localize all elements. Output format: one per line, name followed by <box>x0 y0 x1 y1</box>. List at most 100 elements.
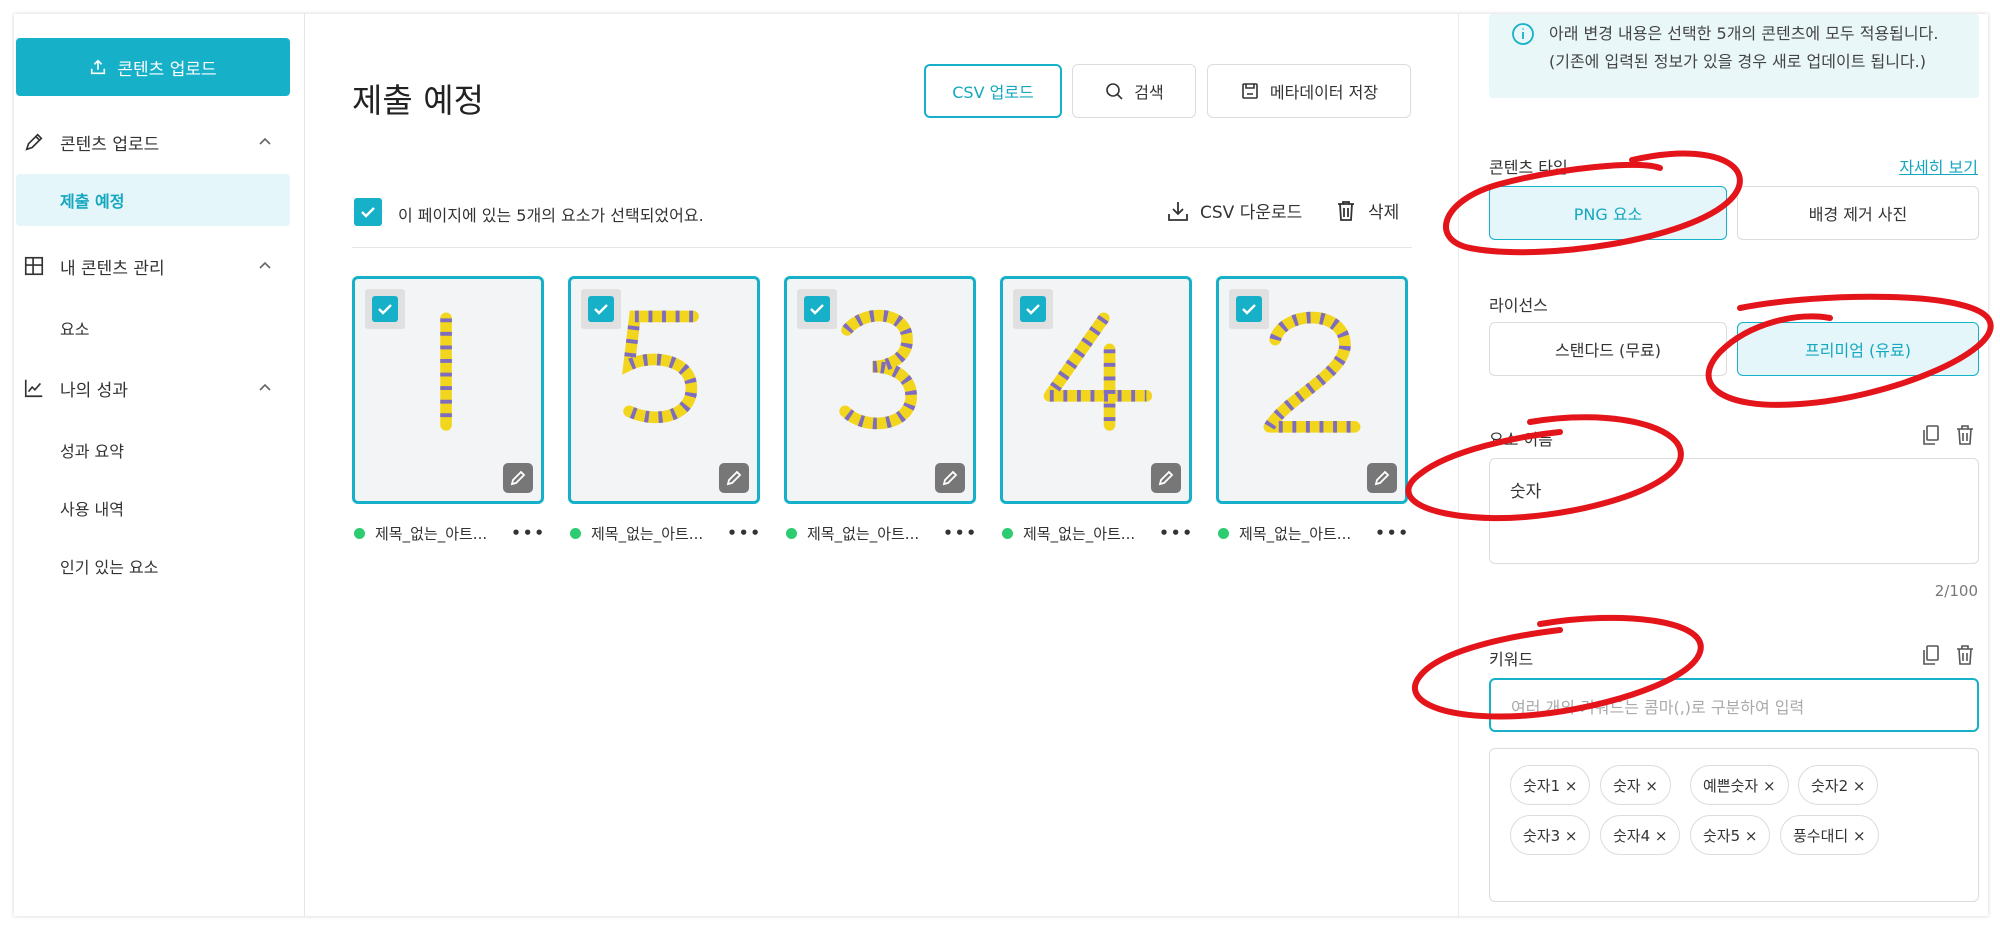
trash-icon[interactable] <box>1955 644 1975 666</box>
sidebar-item-label: 제출 예정 <box>60 192 125 211</box>
content-card[interactable] <box>352 276 544 504</box>
edit-icon[interactable] <box>503 463 533 493</box>
license-premium-option[interactable]: 프리미엄 (유료) <box>1737 322 1979 376</box>
card-caption: 제목_없는_아트... ••• <box>570 520 770 546</box>
card-checkbox[interactable] <box>1013 289 1053 329</box>
status-dot <box>1218 527 1229 539</box>
card-checkbox[interactable] <box>1229 289 1269 329</box>
selection-status-text: 이 페이지에 있는 5개의 요소가 선택되었어요. <box>398 206 704 225</box>
card-caption: 제목_없는_아트... ••• <box>354 520 554 546</box>
upload-content-label: 콘텐츠 업로드 <box>117 59 217 80</box>
keyword-tag-list: 숫자1 × 숫자 × 예쁜숫자 × 숫자2 × 숫자3 × 숫자4 × 숫자5 … <box>1489 748 1979 902</box>
card-title: 제목_없는_아트... <box>807 524 920 543</box>
upload-content-button[interactable]: 콘텐츠 업로드 <box>16 38 290 96</box>
copy-icon[interactable] <box>1921 424 1941 446</box>
check-icon <box>594 304 608 315</box>
card-caption: 제목_없는_아트... ••• <box>1218 520 1418 546</box>
chevron-up-icon[interactable] <box>256 256 274 274</box>
chevron-up-icon[interactable] <box>256 132 274 150</box>
save-metadata-label: 메타데이터 저장 <box>1269 83 1379 102</box>
nav-group-my-performance[interactable]: 나의 성과 <box>22 368 282 408</box>
sidebar-item-popular-elements[interactable]: 인기 있는 요소 <box>60 554 159 578</box>
sidebar-item-pending-submission[interactable]: 제출 예정 <box>16 174 290 226</box>
keyword-placeholder: 여러 개의 키워드는 콤마(,)로 구분하여 입력 <box>1511 698 1805 717</box>
edit-icon[interactable] <box>935 463 965 493</box>
notice-line-2: (기존에 입력된 정보가 있을 경우 새로 업데이트 됩니다.) <box>1549 52 1927 71</box>
status-dot <box>1002 527 1013 539</box>
more-menu-button[interactable]: ••• <box>727 524 762 542</box>
keyword-input[interactable]: 여러 개의 키워드는 콤마(,)로 구분하여 입력 <box>1489 678 1979 732</box>
nav-group-label: 콘텐츠 업로드 <box>60 134 160 155</box>
details-link[interactable]: 자세히 보기 <box>1899 154 1978 178</box>
notice-line-1: 아래 변경 내용은 선택한 5개의 콘텐츠에 모두 적용됩니다. <box>1549 24 1939 43</box>
status-dot <box>786 527 797 539</box>
keyword-tag[interactable]: 숫자5 × <box>1690 815 1771 855</box>
edit-icon[interactable] <box>1151 463 1181 493</box>
check-icon <box>361 207 375 218</box>
pencil-icon <box>22 130 46 154</box>
chart-line-icon <box>22 376 46 400</box>
content-card[interactable] <box>784 276 976 504</box>
more-menu-button[interactable]: ••• <box>1159 524 1194 542</box>
keyword-tag[interactable]: 숫자1 × <box>1510 765 1591 805</box>
element-name-field[interactable]: 숫자 <box>1489 458 1979 564</box>
select-all-checkbox[interactable] <box>354 198 382 226</box>
check-icon <box>1242 304 1256 315</box>
card-title: 제목_없는_아트... <box>591 524 704 543</box>
content-type-bg-removed-option[interactable]: 배경 제거 사진 <box>1737 186 1979 240</box>
keyword-tag[interactable]: 숫자3 × <box>1510 815 1591 855</box>
content-card[interactable] <box>1216 276 1408 504</box>
save-icon <box>1242 83 1258 99</box>
download-icon <box>1168 201 1188 221</box>
notice-box: 아래 변경 내용은 선택한 5개의 콘텐츠에 모두 적용됩니다. (기존에 입력… <box>1489 14 1979 98</box>
card-title: 제목_없는_아트... <box>375 524 488 543</box>
status-dot <box>354 527 365 539</box>
license-standard-option[interactable]: 스탠다드 (무료) <box>1489 322 1727 376</box>
content-card[interactable] <box>1000 276 1192 504</box>
csv-upload-label: CSV 업로드 <box>952 83 1034 102</box>
copy-icon[interactable] <box>1921 644 1941 666</box>
card-checkbox[interactable] <box>797 289 837 329</box>
status-dot <box>570 527 581 539</box>
nav-group-label: 내 콘텐츠 관리 <box>60 258 165 279</box>
element-name-label: 요소 이름 <box>1489 430 1553 449</box>
keyword-tag[interactable]: 숫자4 × <box>1600 815 1681 855</box>
sidebar-item-performance-summary[interactable]: 성과 요약 <box>60 438 124 462</box>
content-type-png-option[interactable]: PNG 요소 <box>1489 186 1727 240</box>
keyword-tag[interactable]: 예쁜숫자 × <box>1690 765 1789 805</box>
card-checkbox[interactable] <box>365 289 405 329</box>
chevron-up-icon[interactable] <box>256 378 274 396</box>
card-checkbox[interactable] <box>581 289 621 329</box>
selection-bar: 이 페이지에 있는 5개의 요소가 선택되었어요. CSV 다운로드 삭제 <box>352 190 1412 248</box>
save-metadata-button[interactable]: 메타데이터 저장 <box>1207 64 1411 118</box>
edit-icon[interactable] <box>1367 463 1397 493</box>
delete-button[interactable]: 삭제 <box>1334 198 1399 223</box>
sidebar-item-elements[interactable]: 요소 <box>60 316 89 340</box>
nav-group-my-content[interactable]: 내 콘텐츠 관리 <box>22 246 282 286</box>
content-card[interactable] <box>568 276 760 504</box>
more-menu-button[interactable]: ••• <box>943 524 978 542</box>
trash-icon[interactable] <box>1955 424 1975 446</box>
delete-label: 삭제 <box>1368 203 1400 223</box>
main-content: 제출 예정 CSV 업로드 검색 메타데이터 저장 이 페이지에 있는 5개의 … <box>306 14 1458 916</box>
content-type-label: 콘텐츠 타입 <box>1489 158 1568 177</box>
nav-group-content-upload[interactable]: 콘텐츠 업로드 <box>22 122 282 162</box>
edit-icon[interactable] <box>719 463 749 493</box>
csv-download-button[interactable]: CSV 다운로드 <box>1166 198 1302 223</box>
keyword-tag[interactable]: 풍수대디 × <box>1780 815 1879 855</box>
search-label: 검색 <box>1134 83 1164 102</box>
more-menu-button[interactable]: ••• <box>511 524 546 542</box>
page-title: 제출 예정 <box>352 81 484 120</box>
csv-download-label: CSV 다운로드 <box>1200 203 1303 223</box>
element-name-value: 숫자 <box>1510 482 1542 502</box>
search-icon <box>1106 83 1123 100</box>
more-menu-button[interactable]: ••• <box>1375 524 1410 542</box>
sidebar-item-usage-history[interactable]: 사용 내역 <box>60 496 124 520</box>
keyword-tag[interactable]: 숫자2 × <box>1798 765 1879 805</box>
search-button[interactable]: 검색 <box>1072 64 1196 118</box>
keyword-tag[interactable]: 숫자 × <box>1600 765 1671 805</box>
card-title: 제목_없는_아트... <box>1023 524 1136 543</box>
info-icon <box>1512 23 1534 45</box>
csv-upload-button[interactable]: CSV 업로드 <box>924 64 1062 118</box>
card-caption: 제목_없는_아트... ••• <box>786 520 986 546</box>
